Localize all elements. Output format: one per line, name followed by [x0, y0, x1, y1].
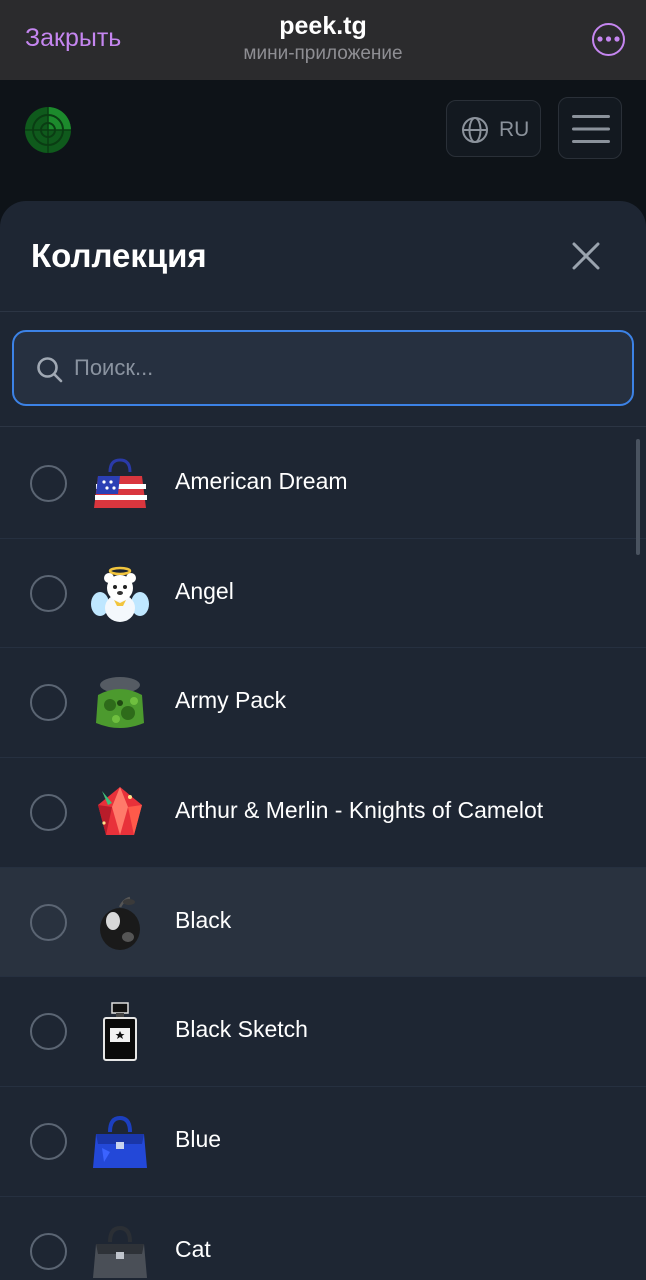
list-item[interactable]: Arthur & Merlin - Knights of Camelot [0, 758, 646, 868]
striped-handbag-icon [90, 454, 150, 514]
list-item[interactable]: Angel [0, 539, 646, 649]
ellipsis-circle-icon[interactable] [592, 23, 625, 56]
perfume-bottle-icon [90, 1002, 150, 1062]
item-label: American Dream [175, 468, 348, 494]
hamburger-menu-button[interactable] [558, 97, 622, 159]
item-label: Angel [175, 577, 234, 604]
app-header: RU [0, 80, 646, 210]
collection-list: American Dream Angel Army Pack Arthur & … [0, 429, 646, 1280]
item-label: Army Pack [175, 687, 287, 714]
sheet-title: Коллекция [31, 237, 207, 274]
list-item[interactable]: Army Pack [0, 648, 646, 759]
search-icon [37, 357, 63, 383]
search-box[interactable] [12, 330, 634, 406]
mini-app-title: peek.tg [279, 12, 367, 40]
radio-button[interactable] [30, 684, 67, 722]
radio-button[interactable] [30, 1013, 67, 1051]
list-scrollbar[interactable] [636, 439, 640, 555]
camo-backpack-icon [90, 673, 150, 733]
mini-app-subtitle: мини-приложение [243, 43, 403, 64]
radio-button[interactable] [30, 1123, 67, 1161]
blue-handbag-icon [90, 1112, 150, 1172]
radio-button[interactable] [30, 465, 67, 502]
radio-button[interactable] [30, 574, 67, 612]
language-label: RU [499, 118, 530, 141]
item-label: Blue [175, 1126, 222, 1153]
list-item[interactable]: American Dream [0, 429, 646, 539]
collection-sheet: Коллекция Поиск... American Dream Angel … [0, 201, 646, 1280]
red-crystal-icon [90, 783, 150, 843]
angel-teddy-bear-icon [90, 564, 150, 624]
radio-button[interactable] [30, 794, 67, 832]
radar-logo-icon[interactable] [24, 106, 72, 154]
telegram-header-bar: Закрыть peek.tg мини-приложение [0, 0, 646, 80]
item-label: Black Sketch [175, 1016, 308, 1043]
gray-handbag-icon [90, 1222, 150, 1280]
item-label: Arthur & Merlin - Knights of Camelot [175, 797, 544, 824]
globe-icon [462, 117, 488, 143]
language-button[interactable]: RU [446, 100, 541, 157]
radio-button[interactable] [30, 903, 67, 941]
list-item[interactable]: Cat [0, 1197, 646, 1280]
item-label: Black [175, 906, 232, 933]
mini-app-title-block: peek.tg мини-приложение [0, 12, 646, 65]
black-apple-icon [90, 893, 150, 953]
list-item[interactable]: Black [0, 867, 646, 978]
radio-button[interactable] [30, 1232, 67, 1270]
search-input[interactable] [74, 344, 614, 392]
hamburger-menu-icon [572, 115, 610, 143]
close-icon[interactable] [569, 239, 603, 273]
divider [0, 311, 646, 312]
list-item[interactable]: Black Sketch [0, 977, 646, 1088]
item-label: Cat [175, 1235, 211, 1262]
list-item[interactable]: Blue [0, 1087, 646, 1197]
divider [0, 426, 646, 427]
